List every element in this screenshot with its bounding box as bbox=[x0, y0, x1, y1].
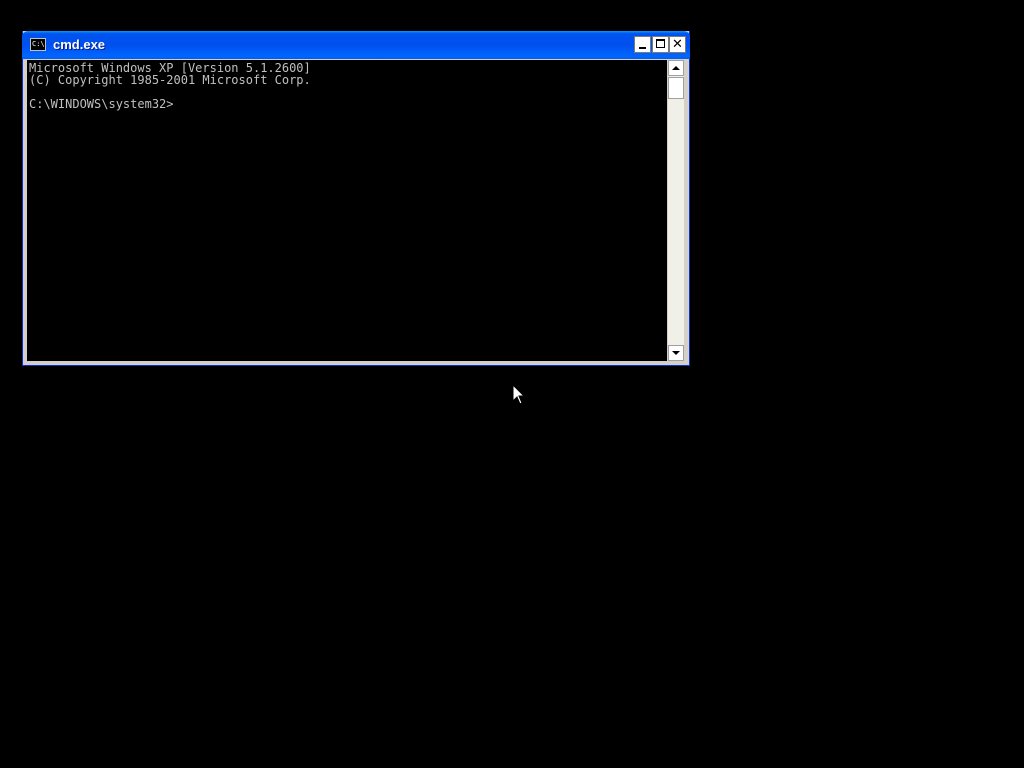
desktop: C:\ cmd.exe ✕ Microsoft Windows XP [Vers… bbox=[0, 0, 1024, 768]
minimize-icon bbox=[639, 47, 646, 49]
console-icon[interactable]: C:\ bbox=[30, 38, 46, 51]
maximize-icon bbox=[656, 39, 665, 48]
title-bar[interactable]: C:\ cmd.exe ✕ bbox=[22, 31, 690, 59]
minimize-button[interactable] bbox=[634, 36, 651, 53]
cmd-window: C:\ cmd.exe ✕ Microsoft Windows XP [Vers… bbox=[22, 31, 690, 366]
maximize-button[interactable] bbox=[652, 36, 669, 53]
mouse-pointer-icon bbox=[512, 384, 526, 405]
console-line: (C) Copyright 1985-2001 Microsoft Corp. bbox=[29, 73, 311, 87]
console-prompt: C:\WINDOWS\system32> bbox=[29, 97, 174, 111]
console-output[interactable]: Microsoft Windows XP [Version 5.1.2600] … bbox=[27, 60, 667, 361]
close-icon: ✕ bbox=[672, 37, 683, 52]
window-title: cmd.exe bbox=[53, 37, 106, 52]
close-button[interactable]: ✕ bbox=[669, 36, 686, 53]
scroll-thumb[interactable] bbox=[668, 77, 684, 99]
arrow-up-icon bbox=[672, 66, 680, 70]
scroll-up-button[interactable] bbox=[668, 60, 684, 76]
scroll-down-button[interactable] bbox=[668, 345, 684, 361]
arrow-down-icon bbox=[672, 351, 680, 355]
vertical-scrollbar[interactable] bbox=[668, 60, 684, 361]
